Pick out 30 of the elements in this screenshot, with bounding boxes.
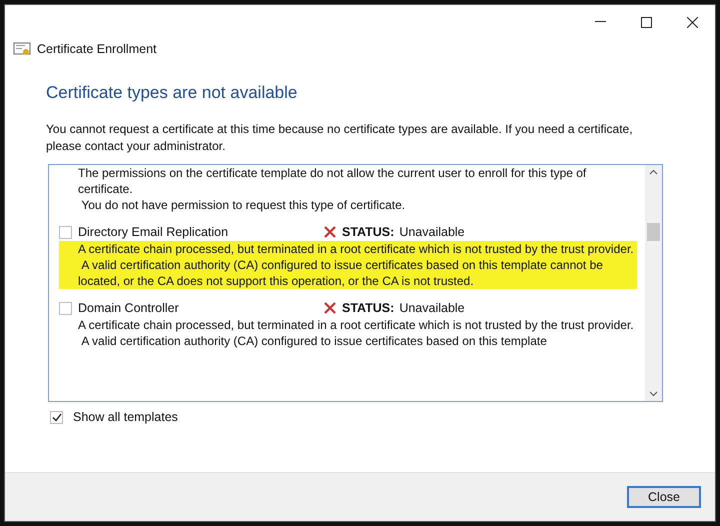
status-label: STATUS:: [342, 225, 394, 239]
description-text: A valid certification authority (CA) configured to issue certificates based on this template cannot be located, or the CA does not support this operation, or the CA is not trusted.: [78, 257, 604, 289]
status-value: Unavailable: [399, 301, 465, 315]
show-all-label: Show all templates: [73, 410, 178, 424]
scroll-thumb[interactable]: [647, 223, 660, 241]
window-title: Certificate Enrollment: [37, 42, 156, 56]
description-text: A valid certification authority (CA) configured to issue certificates based on this template: [80, 333, 548, 349]
template-name: Directory Email Replication: [78, 225, 230, 239]
page-heading: Certificate types are not available: [46, 83, 298, 103]
description-text: You do not have permission to request this type of certificate.: [80, 197, 406, 213]
show-all-checkbox[interactable]: [50, 410, 63, 424]
description-text: The permissions on the certificate template do not allow the current user to enroll for this type of certificate.: [78, 165, 588, 197]
certificate-icon: [13, 41, 31, 57]
template-name: Domain Controller: [78, 301, 180, 315]
info-message: You cannot request a certificate at this time because no certificate types are available. If you need a certificate, please contact your administrator.: [46, 121, 634, 155]
minimize-icon[interactable]: [594, 21, 606, 23]
scroll-up-icon[interactable]: [649, 169, 658, 175]
template-checkbox[interactable]: [59, 226, 72, 238]
template-checkbox[interactable]: [59, 302, 72, 314]
status-value: Unavailable: [399, 225, 465, 239]
description-text: A certificate chain processed, but terminated in a root certificate which is not trusted by the trust provider.: [78, 317, 635, 333]
status-label: STATUS:: [342, 301, 394, 315]
error-icon: [323, 225, 337, 239]
maximize-icon[interactable]: [640, 16, 652, 28]
error-icon: [323, 301, 337, 315]
scroll-down-icon[interactable]: [649, 391, 658, 397]
close-button[interactable]: Close: [627, 486, 701, 508]
scrollbar[interactable]: [645, 165, 662, 401]
description-text: A certificate chain processed, but terminated in a root certificate which is not trusted by the trust provider.: [78, 241, 635, 257]
close-icon[interactable]: [686, 16, 698, 28]
